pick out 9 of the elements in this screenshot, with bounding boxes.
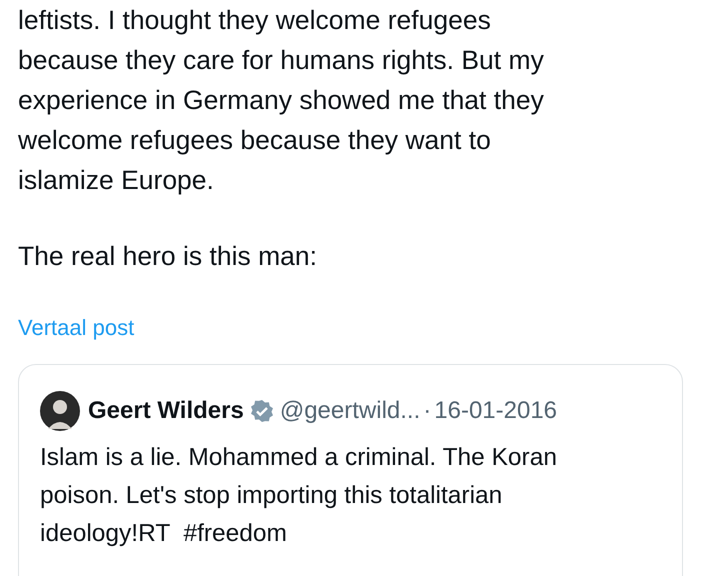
author-name[interactable]: Geert Wilders [88, 396, 244, 426]
avatar-icon[interactable] [40, 391, 80, 431]
post-text: leftists. I thought they welcome refugees because they care for humans rights. But my experience in Germany showed me that they welcome refugees because they want to islamize Europe. [18, 4, 545, 197]
post-date: 16-01-2016 [434, 396, 558, 426]
quoted-post-text: Islam is a lie. Mohammed a criminal. The Koran poison. Let's stop importing this totalitarian ideology!RT #freedom [40, 443, 558, 549]
post-text: The real hero is this man: [18, 240, 318, 273]
separator-dot: · [423, 396, 432, 426]
quoted-post-card[interactable]: Geert Wilders @geertwild...·16-01-2016 Islam is a lie. Mohammed a criminal. The Koran poison. Let's stop importing this totalitarian ideology!RT #freedom [18, 364, 683, 576]
author-handle: @geertwild... [280, 396, 420, 426]
